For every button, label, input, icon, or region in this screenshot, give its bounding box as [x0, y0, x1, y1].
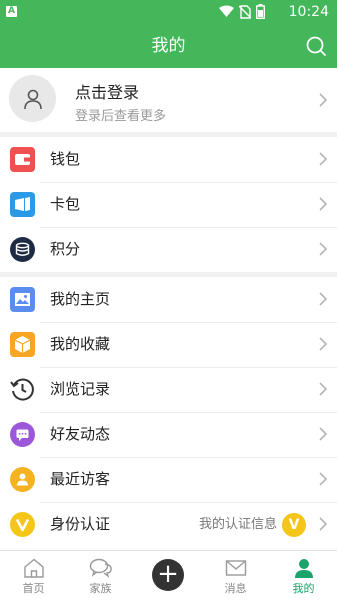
- tab-label: 家族: [89, 582, 112, 595]
- menu-item-recent-visitors[interactable]: 最近访客: [0, 457, 337, 502]
- chevron-right-icon: [319, 382, 328, 396]
- friend-feed-icon: [10, 422, 35, 447]
- menu-item-label: 积分: [50, 240, 81, 258]
- mail-icon: [225, 560, 246, 576]
- chevron-right-icon: [319, 93, 328, 107]
- app-bar: 我的: [0, 24, 337, 68]
- avatar[interactable]: [9, 75, 56, 122]
- chevron-right-icon: [319, 337, 328, 351]
- home-icon: [23, 558, 44, 578]
- verification-info-text: 我的认证信息: [198, 517, 277, 532]
- menu-item-wallet[interactable]: 钱包: [0, 137, 337, 182]
- menu-group-personal: 我的主页 我的收藏 浏览记录 好友动态 最近访客 身份认证 我的认证信息 V: [0, 277, 337, 550]
- tab-home[interactable]: 首页: [0, 551, 67, 601]
- page-title: 我的: [151, 36, 186, 56]
- battery-icon: [256, 4, 265, 19]
- tab-messages[interactable]: 消息: [202, 551, 269, 601]
- menu-item-my-homepage[interactable]: 我的主页: [0, 277, 337, 322]
- tab-label: 消息: [224, 582, 247, 595]
- menu-item-points[interactable]: 积分: [0, 227, 337, 272]
- chevron-right-icon: [319, 242, 328, 256]
- chevron-right-icon: [319, 292, 328, 306]
- search-icon[interactable]: [305, 35, 327, 57]
- tab-family[interactable]: 家族: [67, 551, 134, 601]
- menu-item-label: 我的主页: [50, 290, 111, 308]
- app-notification-icon: A: [6, 6, 17, 17]
- tab-label: 首页: [22, 582, 45, 595]
- verification-icon: [10, 512, 35, 537]
- menu-item-identity-verification[interactable]: 身份认证 我的认证信息 V: [0, 502, 337, 547]
- chevron-right-icon: [319, 517, 328, 531]
- chevron-right-icon: [319, 197, 328, 211]
- menu-item-friend-feed[interactable]: 好友动态: [0, 412, 337, 457]
- visitors-icon: [10, 467, 35, 492]
- status-time: 10:24: [288, 4, 329, 20]
- menu-item-browse-history[interactable]: 浏览记录: [0, 367, 337, 412]
- card-pack-icon: [10, 192, 35, 217]
- chevron-right-icon: [319, 152, 328, 166]
- status-bar: A 10:24: [0, 0, 337, 24]
- menu-item-my-favorites[interactable]: 我的收藏: [0, 322, 337, 367]
- menu-item-label: 最近访客: [50, 470, 111, 488]
- login-card[interactable]: 点击登录 登录后查看更多: [0, 68, 337, 132]
- menu-item-label: 卡包: [50, 195, 81, 213]
- user-placeholder-icon: [23, 89, 42, 109]
- menu-item-label: 浏览记录: [50, 380, 111, 398]
- wifi-icon: [219, 5, 234, 17]
- menu-item-label: 身份认证: [50, 515, 111, 533]
- homepage-icon: [10, 287, 35, 312]
- wallet-icon: [10, 147, 35, 172]
- plus-icon: +: [157, 559, 179, 589]
- points-icon: [10, 237, 35, 262]
- person-icon: [294, 559, 313, 578]
- chat-bubbles-icon: [89, 558, 112, 578]
- history-icon: [10, 378, 34, 401]
- menu-item-label: 钱包: [50, 150, 81, 168]
- favorites-icon: [10, 332, 35, 357]
- chevron-right-icon: [319, 472, 328, 486]
- menu-item-card-pack[interactable]: 卡包: [0, 182, 337, 227]
- login-subtitle: 登录后查看更多: [75, 109, 167, 124]
- tab-me[interactable]: 我的: [270, 551, 337, 601]
- login-title[interactable]: 点击登录: [75, 79, 139, 103]
- verification-badge: V: [282, 513, 306, 537]
- chevron-right-icon: [319, 427, 328, 441]
- status-icons: [219, 4, 265, 19]
- no-sim-icon: [239, 4, 251, 19]
- menu-item-label: 好友动态: [50, 425, 111, 443]
- menu-item-label: 我的收藏: [50, 335, 111, 353]
- menu-group-finance: 钱包 卡包 积分: [0, 137, 337, 272]
- add-button[interactable]: +: [152, 559, 184, 591]
- tab-label: 我的: [292, 582, 315, 595]
